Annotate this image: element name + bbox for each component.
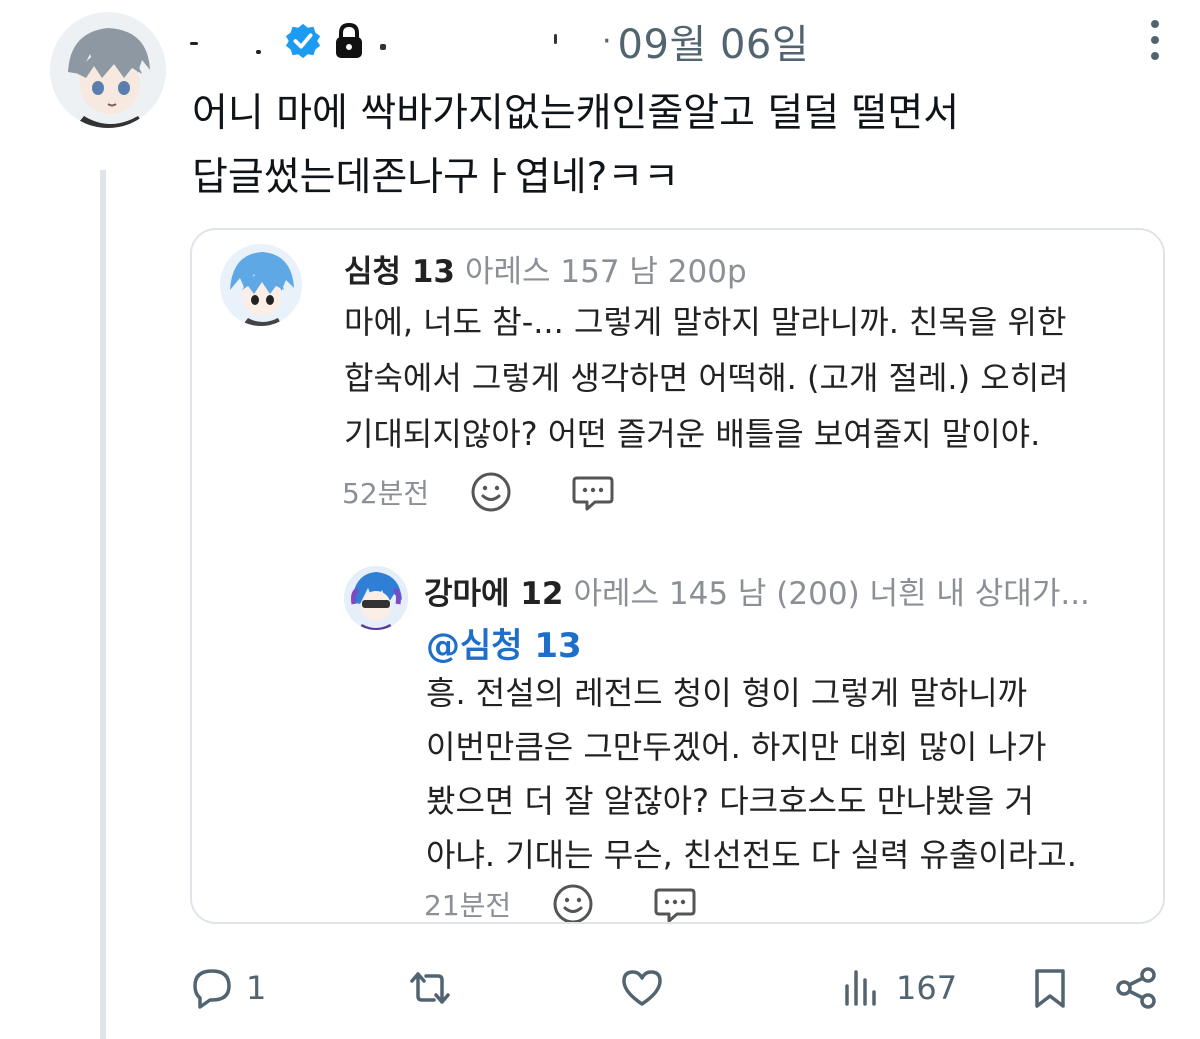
comment2-line-1: 흥. 전설의 레전드 청이 형이 그렇게 말하니까 [426,674,1028,712]
retweet-icon [410,972,450,1004]
author-name-redacted[interactable] [186,26,276,56]
smile-icon [471,472,511,512]
comment1-header: 심청 13 아레스 157 남 200p [344,246,747,291]
attached-image-comments[interactable]: 심청 13 아레스 157 남 200p 마에, 너도 참-... 그렇게 말하지… [190,228,1165,924]
comment1-meta: 아레스 157 남 200p [464,254,747,290]
views-icon [845,970,876,1006]
comment1-author: 심청 13 [344,254,455,290]
reply-count: 1 [246,969,267,1007]
comment2-avatar [344,566,408,630]
comment1-footer: 52분전 [342,468,615,516]
views-button[interactable]: 167 [840,958,957,1018]
more-icon[interactable] [1150,18,1160,62]
comment1-line-1: 마에, 너도 참-... 그렇게 말하지 말라니까. 친목을 위한 [344,303,1067,341]
tweet-text-line-1: 어니 마에 싹바가지없는캐인줄알고 덜덜 떨면서 [192,91,960,136]
comment-bubble-icon [654,888,696,922]
date-separator: · [602,23,612,59]
comment-bubble-icon [572,476,614,511]
reply-icon [193,969,231,1009]
thread-line [100,170,106,1039]
tweet-header: · 09월 06일 [186,14,809,68]
comment2-line-3: 봤으면 더 잘 알잖아? 다크호스도 만나봤을 거 [426,782,1034,820]
like-button[interactable] [620,958,676,1018]
comment1-time: 52분전 [342,477,430,510]
comment1-text: 마에, 너도 참-... 그렇게 말하지 말라니까. 친목을 위한 합숙에서 그… [344,294,1144,462]
reply-button[interactable]: 1 [190,958,266,1018]
comment2-mention: @심청 13 [426,626,582,666]
share-button[interactable] [1114,958,1158,1018]
retweet-button[interactable] [408,958,464,1018]
comment2-footer: 21분전 [424,880,697,922]
lock-icon [336,22,362,58]
tweet-text: 어니 마에 싹바가지없는캐인줄알고 덜덜 떨면서 답글썼는데존나구ㅏ엽네?ㅋㅋ [192,82,1152,210]
comment1-line-2: 합숙에서 그렇게 생각하면 어떡해. (고개 절레.) 오히려 [344,359,1069,397]
bookmark-icon [1035,969,1065,1008]
share-icon [1116,967,1156,1009]
author-avatar[interactable] [50,12,166,128]
comment2-line-4: 아냐. 기대는 무슨, 친선전도 다 실력 유출이라고. [426,836,1077,874]
comment2-line-2: 이번만큼은 그만두겠어. 하지만 대회 많이 나가 [426,728,1047,766]
comment2-author: 강마에 12 [424,576,564,612]
comment2-text: 흥. 전설의 레전드 청이 형이 그렇게 말하니까 이번만큼은 그만두겠어. 하… [426,666,1146,882]
bookmark-button[interactable] [1028,958,1072,1018]
verified-badge-icon [285,23,321,59]
comment2-header: 강마에 12 아레스 145 남 (200) 너흰 내 상대가... [424,568,1090,613]
like-icon [622,970,662,1006]
views-count: 167 [896,969,958,1007]
author-handle-redacted[interactable] [378,26,598,56]
comment2-meta: 아레스 145 남 (200) 너흰 내 상대가... [573,576,1090,612]
comment1-line-3: 기대되지않아? 어떤 즐거운 배틀을 보여줄지 말이야. [344,415,1041,453]
comment2-time: 21분전 [424,889,512,922]
tweet-actions: 1 167 [190,958,1165,1018]
tweet-text-line-2: 답글썼는데존나구ㅏ엽네?ㅋㅋ [192,155,680,200]
comment1-avatar [220,244,302,326]
smile-icon [553,884,593,922]
tweet-date[interactable]: 09월 06일 [618,12,810,70]
